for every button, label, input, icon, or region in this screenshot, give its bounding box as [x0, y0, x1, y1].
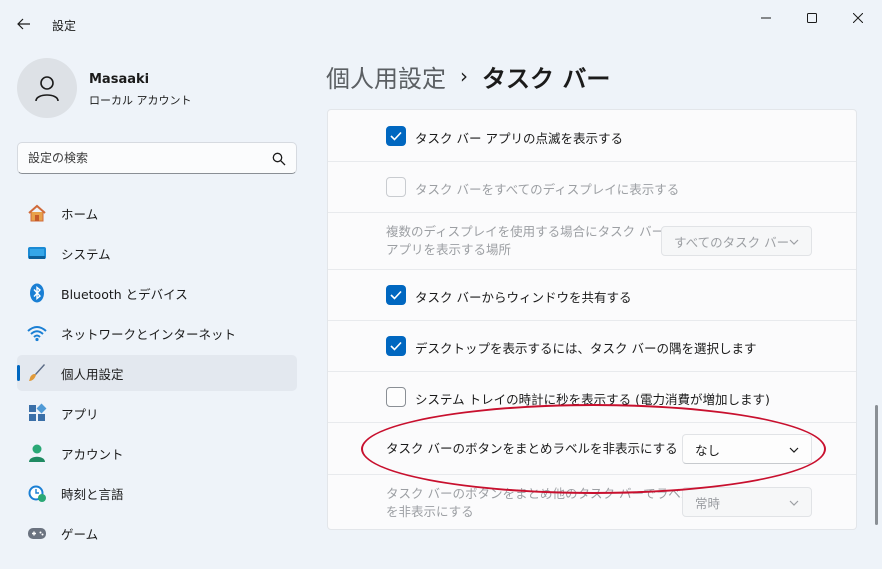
flash-apps-label: タスク バー アプリの点滅を表示する — [415, 131, 623, 146]
dropdown-value: なし — [695, 442, 721, 458]
sidebar-item-system[interactable]: システム — [17, 235, 297, 271]
setting-row-all-displays: タスク バーをすべてのディスプレイに表示する — [328, 162, 856, 213]
time-language-icon — [27, 483, 47, 503]
breadcrumb-parent[interactable]: 個人用設定 — [326, 59, 446, 94]
clock-seconds-checkbox[interactable] — [386, 387, 406, 407]
checkmark-icon — [390, 290, 402, 300]
setting-row-combine-other: タスク バーのボタンをまとめ他のタスク バーでラベル を非表示にする 常時 — [328, 475, 856, 529]
dropdown-value: すべてのタスク バー — [674, 234, 790, 250]
sidebar-item-label: 時刻と言語 — [61, 486, 124, 502]
sidebar-item-home[interactable]: ホーム — [17, 195, 297, 231]
sidebar-item-label: 個人用設定 — [61, 366, 124, 382]
avatar[interactable] — [17, 58, 77, 118]
minimize-icon — [761, 17, 771, 19]
multi-display-dropdown[interactable]: すべてのタスク バー — [661, 226, 812, 256]
setting-row-clock-seconds: システム トレイの時計に秒を表示する (電力消費が増加します) — [328, 372, 856, 423]
multi-display-label-line2: アプリを表示する場所 — [386, 242, 512, 257]
setting-row-share-window: タスク バーからウィンドウを共有する — [328, 270, 856, 321]
sidebar-item-personalization[interactable]: 個人用設定 — [17, 355, 297, 391]
sidebar-item-label: システム — [61, 246, 111, 262]
chevron-down-icon — [789, 239, 799, 245]
scrollbar[interactable] — [875, 405, 878, 525]
apps-icon — [27, 403, 47, 423]
search-box[interactable] — [17, 142, 297, 174]
multi-display-label-line1: 複数のディスプレイを使用する場合にタスク バー — [386, 224, 665, 239]
combine-buttons-label: タスク バーのボタンをまとめラベルを非表示にする — [386, 441, 678, 456]
account-type: ローカル アカウント — [89, 94, 192, 107]
back-button[interactable] — [12, 12, 36, 36]
share-window-checkbox[interactable] — [386, 285, 406, 305]
title-bar: 設定 — [0, 0, 882, 48]
user-icon — [35, 76, 59, 102]
brush-icon — [27, 363, 47, 383]
sidebar-item-apps[interactable]: アプリ — [17, 395, 297, 431]
page-title: タスク バー — [482, 64, 611, 93]
home-icon — [27, 203, 47, 223]
combine-other-dropdown[interactable]: 常時 — [682, 487, 812, 517]
show-desktop-label: デスクトップを表示するには、タスク バーの隅を選択します — [415, 341, 757, 356]
combine-other-label-line1: タスク バーのボタンをまとめ他のタスク バーでラベル — [386, 486, 694, 501]
taskbar-behaviors-panel: タスク バー アプリの点滅を表示する タスク バーをすべてのディスプレイに表示す… — [327, 109, 857, 530]
setting-row-flash-apps: タスク バー アプリの点滅を表示する — [328, 110, 856, 162]
checkmark-icon — [390, 341, 402, 351]
maximize-icon — [807, 13, 817, 23]
gamepad-icon — [27, 523, 47, 543]
sidebar-item-label: アカウント — [61, 446, 124, 462]
sidebar-item-bluetooth[interactable]: Bluetooth とデバイス — [17, 275, 297, 311]
share-window-label: タスク バーからウィンドウを共有する — [415, 290, 632, 305]
dropdown-value: 常時 — [695, 495, 721, 511]
wifi-icon — [27, 323, 47, 343]
breadcrumb: 個人用設定 › タスク バー — [326, 58, 610, 94]
sidebar-item-label: アプリ — [61, 406, 99, 422]
bluetooth-icon — [27, 283, 47, 303]
sidebar-item-label: ホーム — [61, 206, 99, 222]
combine-buttons-dropdown[interactable]: なし — [682, 434, 812, 464]
sidebar-item-accounts[interactable]: アカウント — [17, 435, 297, 471]
sidebar-item-label: ネットワークとインターネット — [61, 326, 237, 342]
setting-row-show-desktop: デスクトップを表示するには、タスク バーの隅を選択します — [328, 321, 856, 372]
sidebar-nav: ホーム システム Bluetooth とデバイス ネットワークとインターネット … — [17, 195, 297, 555]
show-desktop-checkbox[interactable] — [386, 336, 406, 356]
app-title: 設定 — [52, 19, 77, 33]
setting-row-combine-buttons: タスク バーのボタンをまとめラベルを非表示にする なし — [328, 423, 856, 475]
account-icon — [27, 443, 47, 463]
chevron-down-icon — [789, 447, 799, 453]
multi-display-label: 複数のディスプレイを使用する場合にタスク バー アプリを表示する場所 — [386, 223, 664, 259]
search-icon[interactable] — [272, 152, 286, 166]
combine-other-label-line2: を非表示にする — [386, 504, 474, 519]
sidebar-item-network[interactable]: ネットワークとインターネット — [17, 315, 297, 351]
maximize-button[interactable] — [792, 6, 832, 30]
sidebar-item-gaming[interactable]: ゲーム — [17, 515, 297, 551]
system-icon — [27, 243, 47, 263]
back-arrow-icon — [17, 18, 30, 30]
minimize-button[interactable] — [746, 6, 786, 30]
checkmark-icon — [390, 131, 402, 141]
sidebar-item-label: ゲーム — [61, 526, 99, 542]
flash-apps-checkbox[interactable] — [386, 126, 406, 146]
clock-seconds-label: システム トレイの時計に秒を表示する (電力消費が増加します) — [415, 392, 770, 407]
breadcrumb-separator: › — [460, 64, 468, 88]
close-button[interactable] — [838, 6, 878, 30]
sidebar-item-time-language[interactable]: 時刻と言語 — [17, 475, 297, 511]
combine-other-label: タスク バーのボタンをまとめ他のタスク バーでラベル を非表示にする — [386, 485, 693, 521]
all-displays-checkbox[interactable] — [386, 177, 406, 197]
chevron-down-icon — [789, 500, 799, 506]
setting-row-multi-display: 複数のディスプレイを使用する場合にタスク バー アプリを表示する場所 すべてのタ… — [328, 213, 856, 270]
user-name: Masaaki — [89, 72, 150, 87]
sidebar-item-label: Bluetooth とデバイス — [61, 286, 188, 302]
all-displays-label: タスク バーをすべてのディスプレイに表示する — [415, 182, 680, 197]
close-icon — [853, 13, 863, 23]
search-input[interactable] — [28, 149, 268, 167]
